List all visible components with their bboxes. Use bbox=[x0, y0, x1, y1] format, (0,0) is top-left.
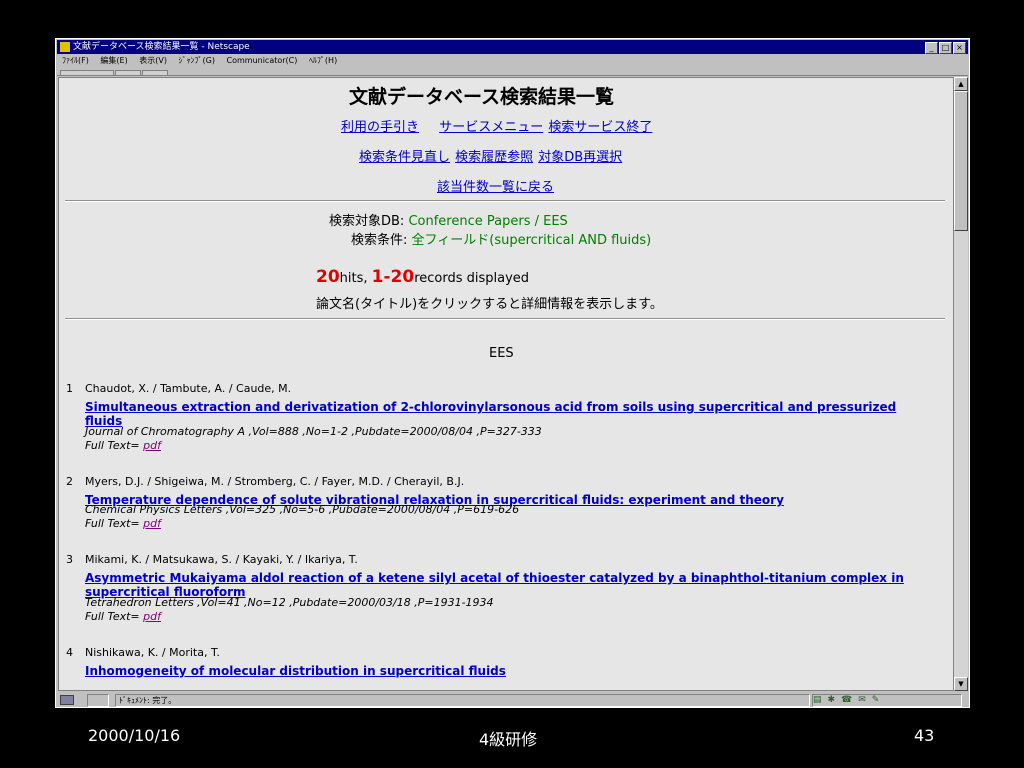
maximize-button[interactable]: □ bbox=[939, 42, 952, 54]
menu-bar: ﾌｧｲﾙ(F) 編集(E) 表示(V) ｼﾞｬﾝﾌﾟ(G) Communicat… bbox=[57, 54, 968, 68]
divider bbox=[65, 200, 945, 202]
vertical-scrollbar[interactable]: ▲ ▼ bbox=[954, 77, 968, 691]
result-authors: Nishikawa, K. / Morita, T. bbox=[85, 646, 220, 659]
result-title-line1[interactable]: Simultaneous extraction and derivatizati… bbox=[85, 400, 896, 414]
nav-row-2: 検索条件見直し 検索履歴参照 対象DB再選択 bbox=[359, 146, 622, 165]
window-title: 文献データベース検索結果一覧 - Netscape bbox=[73, 42, 250, 52]
instruction-text: 論文名(タイトル)をクリックすると詳細情報を表示します。 bbox=[316, 297, 663, 312]
result-authors: Myers, D.J. / Shigeiwa, M. / Stromberg, … bbox=[85, 475, 465, 488]
fulltext-line: Full Text= pdf bbox=[85, 610, 161, 623]
result-number: 3 bbox=[66, 553, 73, 566]
link-reselect-db[interactable]: 対象DB再選択 bbox=[538, 150, 622, 165]
footer-page-number: 43 bbox=[914, 726, 935, 745]
nav-row-1: 利用の手引き サービスメニュー 検索サービス終了 bbox=[341, 116, 652, 135]
fulltext-line: Full Text= pdf bbox=[85, 517, 161, 530]
result-journal: Chemical Physics Letters ,Vol=325 ,No=5-… bbox=[85, 503, 520, 516]
pdf-link[interactable]: pdf bbox=[143, 439, 161, 452]
progress-field bbox=[87, 694, 109, 707]
section-title: EES bbox=[489, 346, 514, 361]
menu-help[interactable]: ﾍﾙﾌﾟ(H) bbox=[309, 56, 337, 65]
result-authors: Chaudot, X. / Tambute, A. / Caude, M. bbox=[85, 382, 292, 395]
result-title-link[interactable]: Inhomogeneity of molecular distribution … bbox=[85, 660, 506, 679]
hits-line: 20hits, 1-20records displayed bbox=[316, 267, 529, 287]
scroll-down-button[interactable]: ▼ bbox=[954, 677, 968, 691]
pdf-link[interactable]: pdf bbox=[143, 610, 161, 623]
close-button[interactable]: × bbox=[953, 42, 966, 54]
condition-line: 検索条件: 全フィールド(supercritical AND fluids) bbox=[351, 229, 651, 248]
hits-count: 20 bbox=[316, 267, 340, 287]
toolbar-tab-3[interactable] bbox=[142, 70, 168, 76]
menu-communicator[interactable]: Communicator(C) bbox=[227, 56, 298, 65]
nav-row-3: 該当件数一覧に戻る bbox=[437, 176, 554, 195]
hits-text: hits, bbox=[339, 271, 368, 286]
toolbar-tab-2[interactable] bbox=[115, 70, 141, 76]
link-service-menu[interactable]: サービスメニュー bbox=[439, 120, 543, 135]
status-bar: ﾄﾞｷｭﾒﾝﾄ: 完了。 ▤✱☎✉✎ bbox=[57, 693, 968, 707]
minimize-button[interactable]: _ bbox=[925, 42, 938, 54]
page-heading: 文献データベース検索結果一覧 bbox=[349, 86, 615, 108]
menu-view[interactable]: 表示(V) bbox=[139, 56, 167, 65]
link-review-conditions[interactable]: 検索条件見直し bbox=[359, 150, 450, 165]
result-journal: Journal of Chromatography A ,Vol=888 ,No… bbox=[85, 425, 542, 438]
toolbar-tab-1[interactable] bbox=[60, 70, 114, 76]
fulltext-line: Full Text= pdf bbox=[85, 439, 161, 452]
menu-go[interactable]: ｼﾞｬﾝﾌﾟ(G) bbox=[179, 56, 215, 65]
component-bar-icons[interactable]: ▤✱☎✉✎ bbox=[812, 694, 962, 707]
condition-label: 検索条件: bbox=[351, 233, 408, 248]
status-text: ﾄﾞｷｭﾒﾝﾄ: 完了。 bbox=[115, 694, 810, 707]
divider bbox=[65, 318, 945, 320]
records-range: 1-20 bbox=[371, 267, 415, 287]
toolbar-tabs bbox=[57, 69, 968, 76]
result-title-line1[interactable]: Inhomogeneity of molecular distribution … bbox=[85, 664, 506, 678]
records-text: records displayed bbox=[414, 271, 530, 286]
footer-title: 4級研修 bbox=[479, 730, 538, 749]
result-number: 1 bbox=[66, 382, 73, 395]
db-label: 検索対象DB: bbox=[329, 214, 405, 229]
result-journal: Tetrahedron Letters ,Vol=41 ,No=12 ,Pubd… bbox=[85, 596, 494, 609]
scroll-thumb[interactable] bbox=[954, 91, 968, 231]
netscape-icon bbox=[60, 42, 70, 52]
menu-file[interactable]: ﾌｧｲﾙ(F) bbox=[62, 56, 89, 65]
db-line: 検索対象DB: Conference Papers / EES bbox=[329, 210, 568, 229]
footer-date: 2000/10/16 bbox=[88, 726, 181, 745]
menu-edit[interactable]: 編集(E) bbox=[100, 56, 127, 65]
link-back-to-counts[interactable]: 該当件数一覧に戻る bbox=[437, 180, 554, 195]
link-guide[interactable]: 利用の手引き bbox=[341, 120, 419, 135]
result-authors: Mikami, K. / Matsukawa, S. / Kayaki, Y. … bbox=[85, 553, 358, 566]
pdf-link[interactable]: pdf bbox=[143, 517, 161, 530]
security-lock-icon[interactable] bbox=[60, 695, 74, 705]
db-value: Conference Papers / EES bbox=[408, 214, 568, 229]
window-controls: _ □ × bbox=[924, 41, 966, 55]
fulltext-label: Full Text= bbox=[85, 610, 140, 623]
result-number: 2 bbox=[66, 475, 73, 488]
fulltext-label: Full Text= bbox=[85, 517, 140, 530]
page-content: 文献データベース検索結果一覧 利用の手引き サービスメニュー 検索サービス終了 … bbox=[58, 77, 954, 691]
result-title-link[interactable]: Simultaneous extraction and derivatizati… bbox=[85, 396, 896, 415]
link-search-history[interactable]: 検索履歴参照 bbox=[455, 150, 533, 165]
result-number: 4 bbox=[66, 646, 73, 659]
browser-window: 文献データベース検索結果一覧 - Netscape _ □ × ﾌｧｲﾙ(F) 編集… bbox=[55, 38, 970, 708]
condition-value: 全フィールド(supercritical AND fluids) bbox=[411, 233, 652, 248]
link-end-service[interactable]: 検索サービス終了 bbox=[548, 120, 652, 135]
fulltext-label: Full Text= bbox=[85, 439, 140, 452]
title-bar[interactable]: 文献データベース検索結果一覧 - Netscape _ □ × bbox=[57, 40, 968, 54]
scroll-up-button[interactable]: ▲ bbox=[954, 77, 968, 91]
